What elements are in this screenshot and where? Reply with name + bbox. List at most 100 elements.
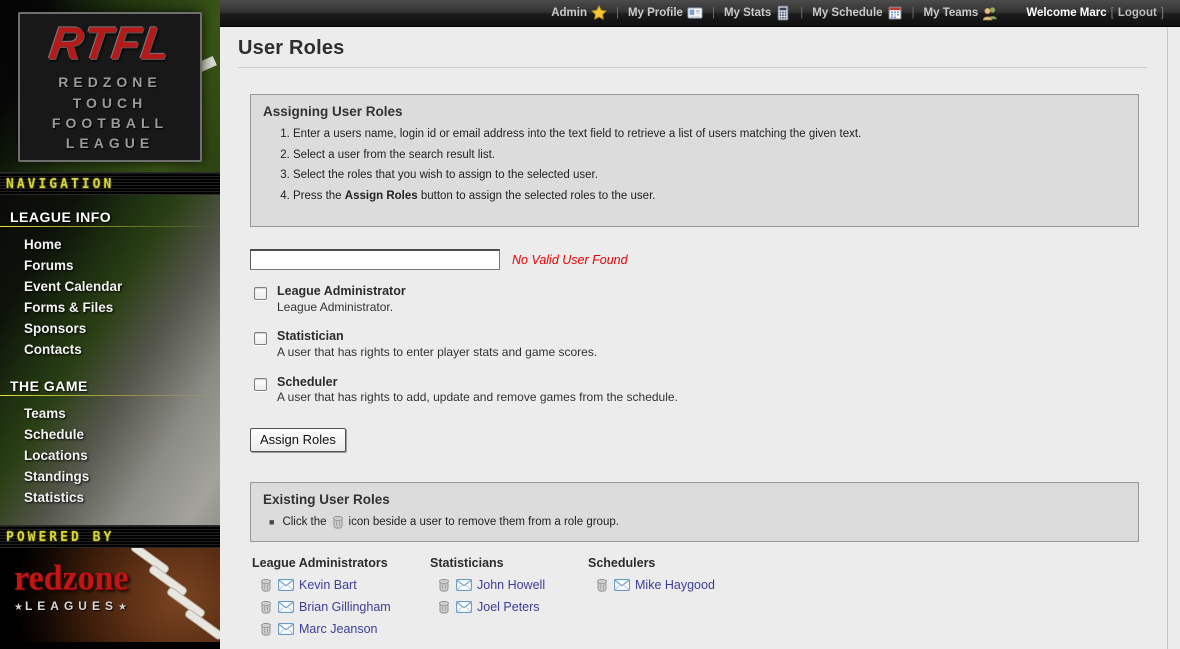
nav-separator: | <box>712 7 715 19</box>
user-row: Brian Gillingham <box>260 600 404 614</box>
remove-user-bin-icon[interactable] <box>596 578 608 592</box>
navigation-header: NAVIGATION <box>0 172 220 195</box>
group-league-administrators: League Administrators Kevin Bart Brian G… <box>252 556 404 644</box>
user-link[interactable]: Joel Peters <box>477 600 540 614</box>
user-search-input[interactable] <box>250 249 500 270</box>
sidebar-item-contacts[interactable]: Contacts <box>0 339 220 360</box>
redzone-wordmark: redzone ★LEAGUES★ <box>14 562 129 613</box>
sidebar: RTFL REDZONE TOUCH FOOTBALL LEAGUE NAVIG… <box>0 0 220 649</box>
role-description: League Administrator. <box>277 300 406 316</box>
sidebar-item-teams[interactable]: Teams <box>0 403 220 424</box>
sidebar-item-home[interactable]: Home <box>0 234 220 255</box>
sidebar-item-forms-files[interactable]: Forms & Files <box>0 297 220 318</box>
instruction-step: Press the Assign Roles button to assign … <box>293 189 1126 205</box>
email-icon[interactable] <box>456 601 472 613</box>
logout-bracket: [ <box>1111 7 1114 19</box>
group-statisticians: Statisticians John Howell Joel Peters <box>430 556 562 644</box>
user-row: Joel Peters <box>438 600 562 614</box>
league-logo[interactable]: RTFL REDZONE TOUCH FOOTBALL LEAGUE <box>0 0 220 172</box>
bullet-glyph: ■ <box>269 517 274 527</box>
redzone-name: redzone <box>14 561 129 597</box>
assign-roles-button[interactable]: Assign Roles <box>250 428 346 452</box>
existing-user-roles-panel: Existing User Roles ■ Click the icon bes… <box>250 482 1139 542</box>
remove-user-bin-icon[interactable] <box>438 600 450 614</box>
sidebar-item-locations[interactable]: Locations <box>0 445 220 466</box>
sidebar-item-forums[interactable]: Forums <box>0 255 220 276</box>
bin-icon <box>332 515 344 529</box>
sidebar-item-schedule[interactable]: Schedule <box>0 424 220 445</box>
role-option-league-administrator: League Administrator League Administrato… <box>254 284 1139 315</box>
user-search-row: No Valid User Found <box>250 249 1139 270</box>
user-row: Kevin Bart <box>260 578 404 592</box>
user-link[interactable]: Kevin Bart <box>299 578 357 592</box>
scheduler-checkbox[interactable] <box>254 378 267 391</box>
remove-user-bin-icon[interactable] <box>260 578 272 592</box>
remove-user-bin-icon[interactable] <box>260 622 272 636</box>
nav-my-schedule[interactable]: My Schedule <box>810 5 904 21</box>
calculator-icon <box>775 5 791 21</box>
remove-note: ■ Click the icon beside a user to remove… <box>269 515 1126 529</box>
welcome-text: Welcome Marc <box>1026 7 1106 19</box>
title-divider <box>238 67 1147 68</box>
page-title: User Roles <box>238 37 1147 60</box>
nav-my-teams[interactable]: My Teams <box>922 5 1001 21</box>
group-icon <box>982 5 998 21</box>
role-name: Statistician <box>277 329 597 345</box>
instruction-steps: Enter a users name, login id or email ad… <box>293 127 1126 204</box>
star-glyph: ★ <box>118 602 129 613</box>
logout-button[interactable]: Logout <box>1118 7 1157 19</box>
star-glyph: ★ <box>14 602 25 613</box>
nav-separator: | <box>800 7 803 19</box>
email-icon[interactable] <box>278 579 294 591</box>
redzone-leagues-logo[interactable]: redzone ★LEAGUES★ <box>0 548 220 642</box>
email-icon[interactable] <box>278 601 294 613</box>
role-option-scheduler: Scheduler A user that has rights to add,… <box>254 375 1139 406</box>
section-league-info: LEAGUE INFO <box>0 201 220 228</box>
user-link[interactable]: Marc Jeanson <box>299 622 378 636</box>
rtfl-logo-line: FOOTBALL <box>52 113 168 133</box>
instruction-step: Select a user from the search result lis… <box>293 148 1126 164</box>
star-icon <box>591 5 607 21</box>
sidebar-item-event-calendar[interactable]: Event Calendar <box>0 276 220 297</box>
sidebar-item-statistics[interactable]: Statistics <box>0 487 220 508</box>
nav-my-profile[interactable]: My Profile <box>626 5 705 21</box>
email-icon[interactable] <box>278 623 294 635</box>
remove-user-bin-icon[interactable] <box>260 600 272 614</box>
instruction-step: Enter a users name, login id or email ad… <box>293 127 1126 143</box>
search-error-message: No Valid User Found <box>512 253 628 267</box>
user-link[interactable]: Brian Gillingham <box>299 600 391 614</box>
user-link[interactable]: John Howell <box>477 578 545 592</box>
group-title: Statisticians <box>430 556 562 570</box>
nav-separator: | <box>912 7 915 19</box>
role-groups: League Administrators Kevin Bart Brian G… <box>252 556 1139 644</box>
rtfl-logo-line: TOUCH <box>73 93 148 113</box>
section-the-game: THE GAME <box>0 370 220 397</box>
role-description: A user that has rights to enter player s… <box>277 345 597 361</box>
email-icon[interactable] <box>614 579 630 591</box>
existing-panel-heading: Existing User Roles <box>263 492 1126 507</box>
sidebar-menu: LEAGUE INFO Home Forums Event Calendar F… <box>0 195 220 525</box>
statistician-checkbox[interactable] <box>254 332 267 345</box>
redzone-sub: ★LEAGUES★ <box>14 599 129 613</box>
user-row: Marc Jeanson <box>260 622 404 636</box>
nav-separator: | <box>616 7 619 19</box>
rtfl-logo-acronym: RTFL <box>46 20 173 66</box>
group-schedulers: Schedulers Mike Haygood <box>588 556 715 644</box>
assigning-panel-heading: Assigning User Roles <box>263 104 1126 119</box>
role-description: A user that has rights to add, update an… <box>277 390 678 406</box>
nav-admin[interactable]: Admin <box>549 5 609 21</box>
league-administrator-checkbox[interactable] <box>254 287 267 300</box>
email-icon[interactable] <box>456 579 472 591</box>
group-title: Schedulers <box>588 556 715 570</box>
vcard-icon <box>687 5 703 21</box>
top-navigation-bar: Admin | My Profile | My Stats | My Sched… <box>220 0 1180 27</box>
sidebar-item-sponsors[interactable]: Sponsors <box>0 318 220 339</box>
remove-user-bin-icon[interactable] <box>438 578 450 592</box>
rtfl-logo-line: REDZONE <box>58 72 161 92</box>
sidebar-item-standings[interactable]: Standings <box>0 466 220 487</box>
group-title: League Administrators <box>252 556 404 570</box>
user-link[interactable]: Mike Haygood <box>635 578 715 592</box>
nav-my-stats[interactable]: My Stats <box>722 5 793 21</box>
instruction-step: Select the roles that you wish to assign… <box>293 168 1126 184</box>
powered-by-header: POWERED BY <box>0 525 220 548</box>
